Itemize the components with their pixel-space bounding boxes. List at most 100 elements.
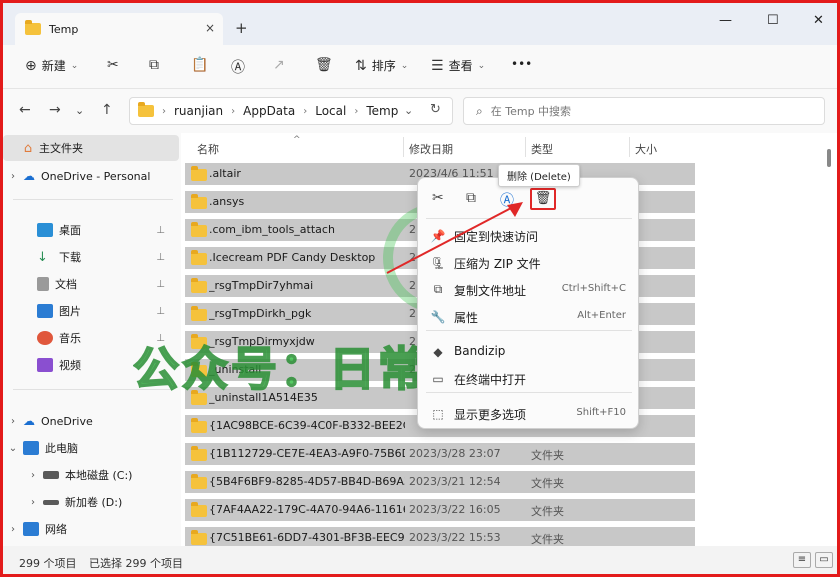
file-date: 2 [409, 307, 416, 320]
more-button[interactable]: ••• [511, 57, 532, 71]
view-icon: ☰ [431, 57, 444, 74]
folder-icon [191, 250, 207, 265]
maximize-icon[interactable]: ☐ [767, 13, 779, 28]
address-bar[interactable]: › ruanjian › AppData › Local › Temp ⌄ ↻ [129, 97, 453, 125]
breadcrumb-separator: › [162, 105, 166, 117]
file-date: 2023/3/22 15:53 [409, 531, 501, 544]
view-button[interactable]: ☰ 查看 ⌄ [431, 57, 485, 74]
sidebar-item-label: 桌面 [59, 224, 81, 237]
new-button[interactable]: ⊕ 新建 ⌄ [25, 57, 78, 74]
forward-icon[interactable]: → [49, 102, 61, 118]
context-menu-item[interactable]: ▭ 在终端中打开 [418, 365, 638, 392]
chevron-right-icon[interactable]: › [23, 470, 43, 481]
file-name: {7AF4AA22-179C-4A70-94A6-11616... [209, 503, 405, 516]
breadcrumb-separator: › [231, 105, 236, 117]
sidebar-item-this-pc[interactable]: ⌄ 此电脑 [3, 435, 179, 461]
column-divider[interactable] [629, 137, 630, 157]
sidebar-item-label: 网络 [45, 523, 67, 536]
sidebar-item-home[interactable]: ⌂ 主文件夹 [3, 135, 179, 161]
context-menu-item[interactable]: ⬚ 显示更多选项 Shift+F10 [418, 400, 638, 427]
chevron-down-icon: ⌄ [477, 60, 486, 71]
address-row: ← → ⌄ ↑ › ruanjian › AppData › Local › T… [3, 89, 837, 133]
new-tab-icon[interactable]: + [235, 19, 248, 37]
music-icon [37, 331, 53, 345]
breadcrumb-ruanjian[interactable]: ruanjian [174, 104, 223, 118]
sidebar-item-pictures[interactable]: 图片 ⊥ [3, 298, 179, 324]
network-icon [23, 522, 39, 536]
file-date: 2023/3/28 23:07 [409, 447, 501, 460]
chevron-right-icon[interactable]: › [3, 524, 23, 535]
chevron-down-icon[interactable]: ⌄ [75, 104, 84, 117]
tab-temp[interactable]: Temp × [15, 13, 223, 45]
divider [426, 392, 632, 393]
sidebar-item-label: 此电脑 [45, 442, 78, 455]
table-row[interactable]: {7AF4AA22-179C-4A70-94A6-11616... 2023/3/… [185, 499, 695, 521]
breadcrumb-temp[interactable]: Temp [366, 104, 398, 118]
sidebar-item-onedrive-personal[interactable]: › ☁ OneDrive - Personal [3, 163, 179, 189]
minimize-icon[interactable]: — [719, 13, 732, 28]
menu-item-shortcut: Ctrl+Shift+C [561, 283, 626, 294]
context-menu-item[interactable]: 🔧 属性 Alt+Enter [418, 303, 638, 330]
divider [426, 330, 632, 331]
chevron-right-icon[interactable]: › [3, 171, 23, 182]
table-row[interactable]: {5B4F6BF9-8285-4D57-BB4D-B69A30... 2023/3… [185, 471, 695, 493]
sidebar-item-downloads[interactable]: ↓ 下载 ⊥ [3, 244, 179, 270]
cut-button[interactable]: ✂ [107, 57, 119, 73]
folder-icon [191, 194, 207, 209]
back-icon[interactable]: ← [19, 102, 31, 118]
share-button[interactable]: ↗ [273, 57, 285, 73]
sidebar-item-drive-d[interactable]: › 新加卷 (D:) [3, 489, 179, 515]
column-divider[interactable] [403, 137, 404, 157]
file-name: _rsgTmpDirkh_pgk [209, 307, 312, 320]
column-divider[interactable] [525, 137, 526, 157]
menu-item-label: 复制文件地址 [454, 284, 527, 298]
chevron-down-icon[interactable]: ⌄ [404, 104, 413, 117]
tiles-view-icon[interactable]: ▭ [815, 552, 833, 568]
details-view-icon[interactable]: ≡ [793, 552, 811, 568]
drive-icon [43, 499, 59, 505]
menu-item-label: Bandizip [454, 344, 506, 358]
plus-icon: ⊕ [25, 57, 37, 74]
search-input[interactable]: ⌕ 在 Temp 中搜索 [463, 97, 825, 125]
chevron-right-icon[interactable]: › [3, 416, 23, 427]
chevron-right-icon[interactable]: › [23, 497, 43, 508]
sidebar-item-desktop[interactable]: 桌面 ⊥ [3, 217, 179, 243]
scrollbar[interactable] [827, 149, 831, 167]
column-type[interactable]: 类型 [531, 141, 553, 157]
sidebar-item-onedrive[interactable]: › ☁ OneDrive [3, 408, 179, 434]
sidebar-item-documents[interactable]: 文档 ⊥ [3, 271, 179, 297]
sidebar-item-label: 主文件夹 [39, 142, 83, 155]
close-window-icon[interactable]: ✕ [813, 13, 824, 28]
column-size[interactable]: 大小 [635, 141, 657, 157]
file-name: {5B4F6BF9-8285-4D57-BB4D-B69A30... [209, 475, 405, 488]
breadcrumb-appdata[interactable]: AppData [243, 104, 295, 118]
sidebar-item-label: 视频 [59, 359, 81, 372]
paste-button[interactable]: 📋 [191, 57, 208, 73]
context-menu-item[interactable]: ◆ Bandizip [418, 338, 638, 365]
refresh-icon[interactable]: ↻ [430, 102, 441, 117]
search-placeholder: 在 Temp 中搜索 [490, 105, 572, 118]
column-modified[interactable]: 修改日期 [409, 141, 453, 157]
delete-button[interactable]: 🗑 [315, 57, 333, 73]
column-name[interactable]: 名称 [197, 141, 219, 157]
more-icon: ••• [511, 57, 533, 71]
up-icon[interactable]: ↑ [101, 102, 113, 118]
breadcrumb-local[interactable]: Local [315, 104, 346, 118]
table-row[interactable]: {1B112729-CE7E-4EA3-A9F0-75B6D6... 2023/3… [185, 443, 695, 465]
rename-button[interactable]: Ⓐ [231, 57, 245, 77]
pin-icon: ⊥ [156, 224, 165, 236]
status-bar: 299 个项目 已选择 299 个项目 ≡ ▭ [3, 546, 837, 574]
sidebar-item-drive-c[interactable]: › 本地磁盘 (C:) [3, 462, 179, 488]
menu-item-label: 显示更多选项 [454, 408, 527, 422]
file-name: .com_ibm_tools_attach [209, 223, 335, 236]
folder-icon [138, 102, 154, 117]
sort-button[interactable]: ⇅ 排序 ⌄ [355, 57, 408, 74]
sidebar-item-label: OneDrive - Personal [41, 169, 151, 183]
folder-icon [191, 502, 207, 517]
close-tab-icon[interactable]: × [205, 21, 215, 35]
copy-button[interactable]: ⧉ [149, 57, 159, 73]
chevron-down-icon[interactable]: ⌄ [3, 443, 23, 454]
sidebar-item-network[interactable]: › 网络 [3, 516, 179, 542]
paste-icon: 📋 [191, 57, 209, 73]
sidebar-item-label: 音乐 [59, 332, 81, 345]
